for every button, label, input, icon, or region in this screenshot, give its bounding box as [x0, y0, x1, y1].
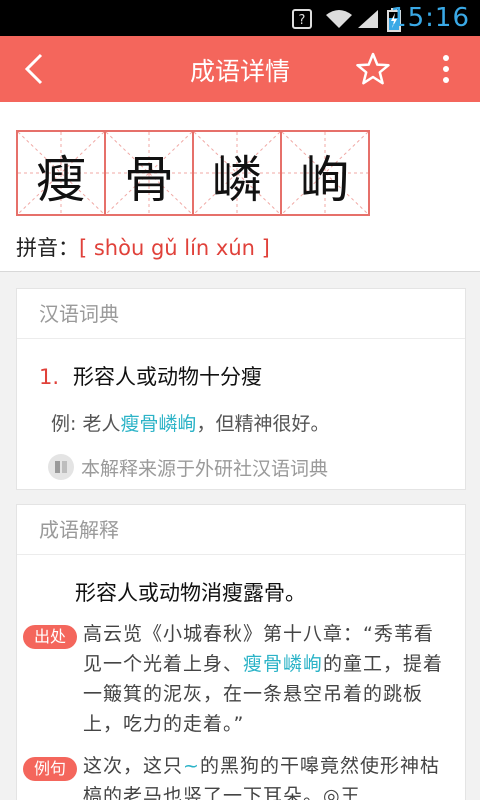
status-bar: ? 15:16: [0, 0, 480, 36]
pinyin-row: 拼音：[ shòu gǔ lín xún ]: [16, 232, 270, 262]
status-time: 15:16: [390, 3, 470, 33]
character-cell: 瘦: [16, 130, 106, 216]
character-cell: 峋: [280, 130, 370, 216]
dictionary-card: 汉语词典 1. 形容人或动物十分瘦 例: 老人瘦骨嶙峋，但精神很好。 本解释来源于…: [16, 288, 466, 490]
unknown-sim-icon: ?: [290, 8, 314, 30]
explanation-card-title: 成语解释: [17, 505, 465, 555]
example-paragraph: 这次，这只~的黑狗的干嗥竟然使形神枯槁的老马也竖了一下耳朵。◎王: [83, 751, 453, 800]
signal-icon: [356, 8, 380, 30]
pinyin-value: [ shòu gǔ lín xún ]: [79, 236, 270, 260]
definition-example: 例: 老人瘦骨嶙峋，但精神很好。: [51, 409, 329, 436]
star-icon: [356, 52, 390, 85]
idiom-char-4: 峋: [300, 151, 350, 209]
dictionary-source: 本解释来源于外研社汉语词典: [47, 453, 328, 481]
origin-tag: 出处: [23, 625, 77, 649]
character-cell: 骨: [104, 130, 194, 216]
favorite-button[interactable]: [352, 48, 394, 90]
character-grid: 瘦 骨 嶙 峋: [16, 130, 370, 216]
example-prefix: 例: 老人: [51, 413, 121, 435]
character-cell: 嶙: [192, 130, 282, 216]
example-tilde: ~: [183, 755, 200, 777]
book-source-icon: [48, 454, 74, 480]
example-highlight[interactable]: 瘦骨嶙峋: [120, 413, 196, 435]
pinyin-label: 拼音：: [16, 236, 79, 260]
idiom-header: 瘦 骨 嶙 峋 拼音：[ shòu gǔ lín xún ]: [0, 102, 480, 272]
definition-number: 1.: [39, 365, 60, 389]
explanation-card: 成语解释 形容人或动物消瘦露骨。 出处 高云览《小城春秋》第十八章：“秀苇看见一…: [16, 504, 466, 800]
page-title: 成语详情: [189, 57, 290, 86]
example-text-1: 这次，这只: [83, 755, 184, 777]
wifi-icon: [324, 8, 354, 30]
meaning-text: 形容人或动物消瘦露骨。: [75, 581, 306, 605]
more-vertical-icon: [443, 55, 449, 83]
origin-paragraph: 高云览《小城春秋》第十八章：“秀苇看见一个光着上身、瘦骨嶙峋的童工，提着一簸箕的…: [83, 619, 453, 739]
app-bar: 成语详情: [0, 36, 480, 102]
idiom-char-2: 骨: [124, 151, 174, 209]
source-text: 本解释来源于外研社汉语词典: [81, 457, 329, 480]
definition-text: 形容人或动物十分瘦: [73, 365, 263, 389]
more-options-button[interactable]: [428, 48, 464, 90]
dictionary-card-title: 汉语词典: [17, 289, 465, 339]
example-tag: 例句: [23, 757, 77, 781]
idiom-char-3: 嶙: [212, 151, 262, 209]
definition-item: 1. 形容人或动物十分瘦: [39, 361, 262, 391]
example-cite: ◎王: [323, 785, 361, 800]
idiom-char-1: 瘦: [36, 151, 86, 209]
example-suffix: ，但精神很好。: [196, 413, 330, 435]
origin-highlight[interactable]: 瘦骨嶙峋: [243, 653, 323, 675]
svg-text:?: ?: [299, 13, 306, 28]
